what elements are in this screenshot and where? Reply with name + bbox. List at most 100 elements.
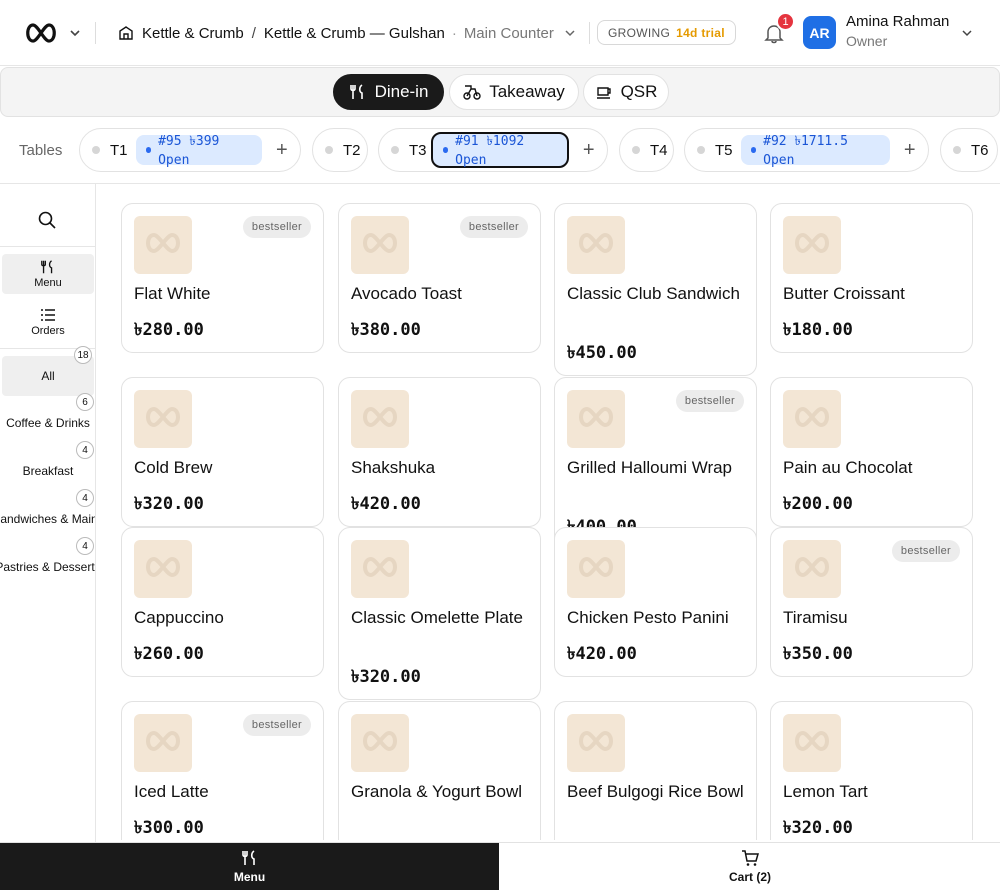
fork-knife-icon — [241, 850, 255, 865]
product-price: ৳320.00 — [783, 818, 853, 838]
table-group-t5[interactable]: T5 #92 ৳1711.5 Open + — [684, 128, 929, 172]
product-card[interactable]: bestseller Flat White ৳280.00 — [121, 203, 324, 353]
category-pastries-desserts[interactable]: Pastries & Desserts 4 — [0, 537, 95, 587]
table-t3[interactable]: T3 — [379, 142, 429, 159]
table-group-t3[interactable]: T3 #91 ৳1092 Open + — [378, 128, 608, 172]
product-card[interactable]: Butter Croissant ৳180.00 — [770, 203, 973, 353]
bottom-nav-label: Menu — [233, 870, 266, 884]
add-order-button[interactable]: + — [270, 139, 294, 162]
table-name: T2 — [343, 141, 361, 159]
category-all[interactable]: All 18 — [2, 346, 94, 396]
table-t4[interactable]: T4 — [620, 142, 674, 159]
infinity-logo-icon — [143, 726, 183, 761]
product-image — [567, 390, 625, 448]
category-count: 4 — [76, 441, 94, 459]
breadcrumb-counter[interactable]: Main Counter — [464, 25, 554, 42]
add-order-button[interactable]: + — [577, 139, 601, 162]
breadcrumb-dot: · — [451, 24, 457, 42]
product-card[interactable]: Beef Bulgogi Rice Bowl — [554, 701, 757, 840]
product-card[interactable]: Granola & Yogurt Bowl — [338, 701, 541, 840]
product-card[interactable]: Cappuccino ৳260.00 — [121, 527, 324, 677]
sidebar-item-label: Orders — [31, 325, 65, 337]
product-card[interactable]: bestseller Tiramisu ৳350.00 — [770, 527, 973, 677]
table-t1[interactable]: T1 — [80, 142, 134, 159]
chevron-down-icon[interactable] — [564, 27, 576, 39]
product-card[interactable]: bestseller Iced Latte ৳300.00 — [121, 701, 324, 840]
table-name: T4 — [650, 141, 668, 159]
mode-label: Dine-in — [374, 82, 429, 101]
breadcrumb-branch[interactable]: Kettle & Crumb — Gulshan — [264, 25, 445, 42]
open-order-pill[interactable]: #92 ৳1711.5 Open — [740, 134, 890, 168]
sidebar-item-orders[interactable]: Orders — [2, 302, 94, 342]
product-card[interactable]: Lemon Tart ৳320.00 — [770, 701, 973, 840]
table-t2[interactable]: T2 — [313, 142, 367, 159]
product-card[interactable]: Classic Club Sandwich ৳450.00 — [554, 203, 757, 376]
table-group-t6[interactable]: T6 — [940, 128, 998, 172]
breadcrumb[interactable]: Kettle & Crumb / Kettle & Crumb — Gulsha… — [118, 22, 576, 44]
bestseller-badge: bestseller — [459, 216, 528, 238]
table-group-t4[interactable]: T4 — [619, 128, 674, 172]
category-breakfast[interactable]: Breakfast 4 — [0, 441, 95, 491]
product-card[interactable]: Pain au Chocolat ৳200.00 — [770, 377, 973, 527]
table-group-t1[interactable]: T1 #95 ৳399 Open + — [79, 128, 301, 172]
table-group-t2[interactable]: T2 — [312, 128, 368, 172]
breadcrumb-org[interactable]: Kettle & Crumb — [142, 25, 244, 42]
chevron-down-icon[interactable] — [68, 26, 82, 40]
bestseller-badge: bestseller — [675, 390, 744, 412]
search-icon[interactable] — [37, 210, 57, 230]
status-dot — [92, 146, 100, 154]
product-price: ৳320.00 — [351, 667, 421, 687]
infinity-logo-icon[interactable] — [24, 20, 58, 46]
product-card[interactable]: bestseller Avocado Toast ৳380.00 — [338, 203, 541, 353]
avatar[interactable]: AR — [803, 16, 836, 49]
chevron-down-icon[interactable] — [961, 27, 973, 39]
order-summary: #91 ৳1092 Open — [455, 134, 525, 168]
product-name: Classic Club Sandwich — [567, 284, 740, 303]
product-name: Classic Omelette Plate — [351, 608, 523, 627]
status-dot — [391, 146, 399, 154]
product-name: Grilled Halloumi Wrap — [567, 458, 733, 477]
open-order-pill[interactable]: #95 ৳399 Open — [135, 134, 262, 168]
product-price: ৳260.00 — [134, 644, 204, 664]
product-price: ৳300.00 — [134, 818, 204, 838]
product-price: ৳350.00 — [783, 644, 853, 664]
product-name: Beef Bulgogi Rice Bowl — [567, 782, 744, 801]
product-card[interactable]: Classic Omelette Plate ৳320.00 — [338, 527, 541, 700]
table-t6[interactable]: T6 — [941, 142, 995, 159]
product-card[interactable]: Shakshuka ৳420.00 — [338, 377, 541, 527]
mode-qsr-button[interactable]: QSR — [583, 74, 669, 110]
product-image — [567, 540, 625, 598]
sidebar: Menu Orders All 18 Coffee & Drinks 6 Bre… — [0, 184, 96, 844]
user-name[interactable]: Amina Rahman — [846, 13, 949, 30]
bottom-nav-label: Cart (2) — [728, 870, 771, 884]
product-card[interactable]: bestsellerGrilled Halloumi Wrap৳400.00 — [554, 377, 757, 550]
product-card[interactable]: Cold Brew ৳320.00 — [121, 377, 324, 527]
product-image — [783, 540, 841, 598]
product-name: Pain au Chocolat — [783, 458, 913, 477]
product-image — [783, 390, 841, 448]
product-price: ৳450.00 — [567, 343, 637, 363]
add-order-button[interactable]: + — [898, 139, 923, 162]
table-t5[interactable]: T5 — [685, 142, 739, 159]
category-count: 6 — [76, 393, 94, 411]
plan-name: GROWING — [608, 25, 671, 40]
sidebar-item-menu[interactable]: Menu — [2, 254, 94, 294]
infinity-logo-icon — [576, 228, 616, 263]
product-card[interactable]: Chicken Pesto Panini ৳420.00 — [554, 527, 757, 677]
table-name: T6 — [971, 141, 989, 159]
category-coffee-drinks[interactable]: Coffee & Drinks 6 — [0, 393, 95, 443]
product-price: ৳380.00 — [351, 320, 421, 340]
cup-icon — [596, 87, 611, 99]
infinity-logo-icon — [792, 228, 832, 263]
tables-bar: Tables T1 #95 ৳399 Open + T2 T3 #91 ৳109… — [0, 118, 1000, 184]
mode-takeaway-button[interactable]: Takeaway — [449, 74, 579, 110]
bottom-nav-cart[interactable]: Cart (2) — [500, 843, 1000, 890]
product-image — [134, 390, 192, 448]
product-name: Tiramisu — [783, 608, 848, 627]
category-sandwiches-mains[interactable]: Sandwiches & Mains 4 — [0, 489, 95, 539]
open-order-pill-selected[interactable]: #91 ৳1092 Open — [430, 132, 569, 168]
bottom-nav-menu[interactable]: Menu — [0, 843, 499, 890]
mode-dine-in-button[interactable]: Dine-in — [333, 74, 444, 110]
plan-badge[interactable]: GROWING 14d trial — [597, 20, 736, 45]
infinity-logo-icon — [360, 228, 400, 263]
